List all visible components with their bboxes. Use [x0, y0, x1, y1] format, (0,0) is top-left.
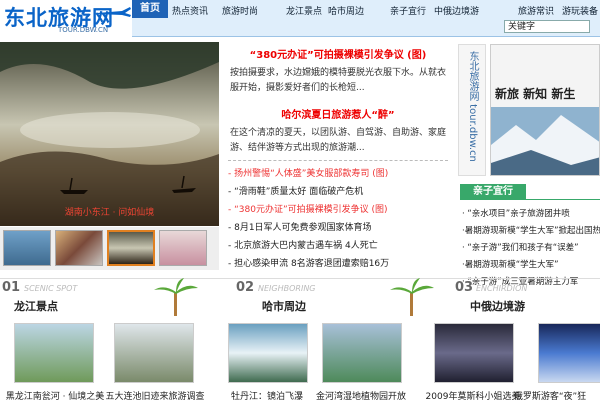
section-english: ENCHIRDION	[476, 284, 528, 293]
magazine-cover: 新旅 新知 新生	[490, 44, 600, 176]
headline-1[interactable]: “380元办证”可拍摄裸模引发争议 (图)	[224, 46, 452, 61]
headline-2[interactable]: 哈尔滨夏日旅游惹人“醉”	[224, 106, 452, 121]
photo-thumbnail[interactable]	[14, 323, 94, 383]
nav-item[interactable]: 旅游常识	[518, 4, 554, 17]
thumbnail[interactable]	[159, 230, 207, 266]
divider	[460, 199, 600, 200]
list-item[interactable]: · “亲子游”我们和孩子有“误差”	[462, 241, 579, 253]
hero-caption[interactable]: 湖南小东江 · 问如仙境	[0, 205, 219, 218]
photo-thumbnail[interactable]	[322, 323, 402, 383]
thumbnail-active[interactable]	[107, 230, 155, 266]
magazine-title: 新旅 新知 新生	[495, 87, 576, 101]
section-number: 02	[236, 280, 255, 295]
nav-item[interactable]: 中俄边境游	[434, 4, 479, 17]
nav-row-1: 热点资讯 旅游时尚 龙江景点 哈市周边 亲子宜行 中俄边境游 旅游常识 游玩装备	[172, 4, 598, 17]
palm-tree-icon	[390, 278, 434, 316]
nav-item[interactable]: 龙江景点	[286, 4, 322, 17]
news-link[interactable]: - 扬州警惕“人体盛”美女服部款寿司 (图)	[228, 166, 388, 179]
section-bar: 01 SCENIC SPOT 龙江景点 02 NEIGHBORING 哈市周边 …	[0, 278, 600, 320]
news-link[interactable]: - “380元办证”可拍摄裸模引发争议 (图)	[228, 202, 388, 215]
section-number: 01	[2, 280, 21, 295]
hero-image[interactable]	[0, 42, 219, 226]
summary-2: 在这个清凉的夏天，以团队游、自驾游、自助游、家庭游、结伴游等方式出现的旅游潮..…	[230, 128, 447, 153]
photo-thumbnail[interactable]	[114, 323, 194, 383]
nav-item[interactable]: 旅游时尚	[222, 4, 258, 17]
nav-item[interactable]: 哈市周边	[328, 4, 364, 17]
news-link[interactable]: - 担心感染甲流 8名游客退团遭索赔16万	[228, 256, 389, 269]
magazine-spine: 东北旅游网 tour.dbw.cn	[458, 44, 486, 176]
search-input[interactable]: 关键字	[504, 20, 590, 33]
news-link[interactable]: - 北京旅游大巴内蒙古遇车祸 4人死亡	[228, 238, 378, 251]
magazine-cover-art	[491, 45, 599, 175]
nav-item[interactable]: 热点资讯	[172, 4, 208, 17]
photo-thumbnail[interactable]	[228, 323, 308, 383]
photo-caption[interactable]: 黑龙江南瓮河 · 仙境之美	[0, 389, 110, 402]
list-item[interactable]: ·暑期游现新模“学生大军”	[462, 258, 559, 270]
main-nav: 首页 热点资讯 旅游时尚 龙江景点 哈市周边 亲子宜行 中俄边境游 旅游常识 游…	[132, 0, 600, 37]
summary-1: 按拍摄要求，水边嫦娥的模特要脱光衣服下水。从就衣服开始，摄影爱好者们的长枪短..…	[230, 68, 447, 93]
site-logo[interactable]: 东北旅游网 TOUR.DBW.CN	[4, 2, 132, 36]
photo-caption[interactable]: 俄罗斯游客“夜”狂	[500, 389, 600, 402]
nav-home[interactable]: 首页	[132, 0, 168, 18]
nav-item[interactable]: 亲子宜行	[390, 4, 426, 17]
nav-item[interactable]: 游玩装备	[562, 4, 598, 17]
divider	[0, 278, 600, 279]
palm-tree-icon	[154, 278, 198, 316]
list-item[interactable]: · “亲水项目”亲子旅游团井喷	[462, 207, 570, 219]
news-column: “380元办证”可拍摄裸模引发争议 (图) 按拍摄要求，水边嫦娥的模特要脱光衣服…	[224, 42, 452, 272]
site-header: 东北旅游网 TOUR.DBW.CN 首页 热点资讯 旅游时尚 龙江景点 哈市周边…	[0, 0, 600, 42]
magazine-promo[interactable]: 东北旅游网 tour.dbw.cn 新旅 新知 新生	[458, 44, 600, 176]
thumbnail[interactable]	[55, 230, 103, 266]
hero-thumbnails	[0, 227, 219, 270]
section-title-longjiang[interactable]: 龙江景点	[14, 298, 58, 314]
photo-caption[interactable]: 五大连池旧迹来旅游调查	[100, 389, 210, 402]
divider	[228, 160, 448, 161]
logo-url: TOUR.DBW.CN	[58, 26, 109, 34]
photo-caption[interactable]: 金河湾湿地植物园开放	[306, 389, 416, 402]
section-number: 03	[455, 280, 474, 295]
list-item[interactable]: ·暑期游现新模“学生大军”掀起出国热	[462, 224, 600, 236]
tab-qinzi[interactable]: 亲子宜行	[460, 184, 526, 200]
thumbnail[interactable]	[3, 230, 51, 266]
photo-thumbnail[interactable]	[538, 323, 600, 383]
section-title-zhonge[interactable]: 中俄边境游	[470, 298, 525, 314]
photo-thumbnail[interactable]	[434, 323, 514, 383]
airplane-icon	[97, 7, 131, 17]
magazine-side-text: 东北旅游网 tour.dbw.cn	[467, 51, 478, 162]
lake-mist-photo	[0, 42, 219, 226]
section-english: SCENIC SPOT	[24, 284, 78, 293]
news-link[interactable]: - “滑雨鞋”质量太好 面临破产危机	[228, 184, 363, 197]
section-title-hashi[interactable]: 哈市周边	[262, 298, 306, 314]
section-english: NEIGHBORING	[258, 284, 316, 293]
news-link[interactable]: - 8月1日军人可免费参观国家体育场	[228, 220, 372, 233]
qinzi-section-header: 亲子宜行	[460, 184, 600, 200]
